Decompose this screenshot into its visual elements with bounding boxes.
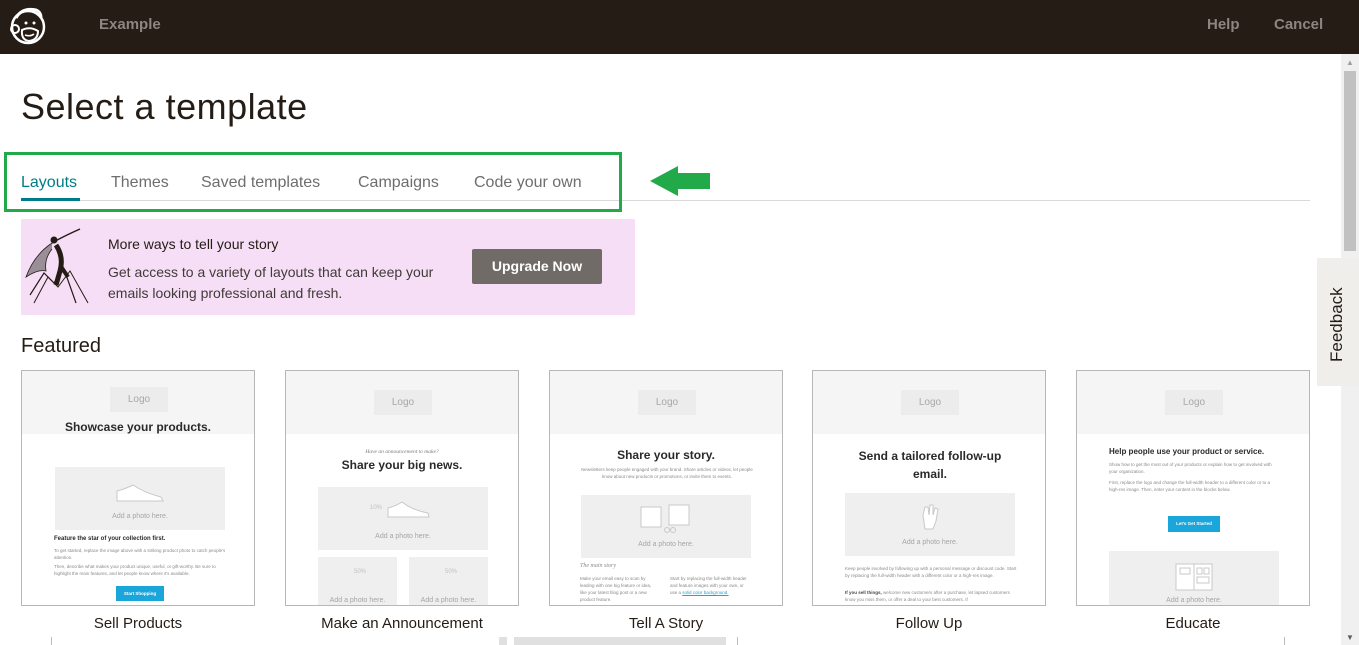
card-label-make-an-announcement[interactable]: Make an Announcement [285, 615, 519, 632]
card-label-educate[interactable]: Educate [1076, 615, 1310, 632]
top-navigation-bar: Example Help Cancel [0, 0, 1359, 54]
photo-placeholder: Add a photo here. [845, 493, 1015, 556]
card-heading: Share your big news. [341, 458, 463, 472]
feedback-label: Feedback [1327, 287, 1346, 362]
next-row-card-edge [51, 637, 52, 645]
banner-title: More ways to tell your story [108, 236, 279, 252]
card-text: First, replace the logo and change the f… [1109, 480, 1271, 492]
upgrade-banner: More ways to tell your story Get access … [21, 219, 635, 315]
card-text: Then, describe what makes your product u… [54, 564, 216, 576]
logo-placeholder: Logo [374, 390, 432, 415]
waving-hand-icon [922, 504, 939, 530]
photo-placeholder: 50% Add a photo here. [409, 557, 488, 605]
card-label-follow-up[interactable]: Follow Up [812, 615, 1046, 632]
mailchimp-freddie-logo-icon[interactable] [8, 4, 48, 48]
section-title: The main story [580, 563, 616, 569]
featured-heading: Featured [21, 335, 102, 357]
card-text: To get started, replace the image above … [54, 548, 226, 560]
banner-text: Get access to a variety of layouts that … [108, 264, 434, 301]
photo-label: Add a photo here. [329, 597, 386, 604]
card-label-tell-a-story[interactable]: Tell A Story [549, 615, 783, 632]
card-text: Keep people involved by following up wit… [845, 566, 1017, 578]
cancel-link[interactable]: Cancel [1274, 16, 1323, 33]
feedback-tab[interactable]: Feedback [1317, 258, 1359, 386]
photo-placeholder: Add a photo here. [55, 467, 225, 530]
card-heading: Help people use your product or service. [1109, 447, 1265, 456]
template-card-follow-up[interactable]: Logo Send a tailored follow-up email. Ad… [812, 370, 1046, 606]
map-luggage-icon [640, 504, 690, 533]
shoe-icon [116, 484, 164, 502]
template-card-tell-a-story[interactable]: Logo Share your story. Newsletters keep … [549, 370, 783, 606]
photo-placeholder: Add a photo here. [1109, 551, 1279, 605]
photo-label: Add a photo here. [112, 513, 168, 520]
template-card-make-an-announcement[interactable]: Logo Have an announcement to make? Share… [285, 370, 519, 606]
next-row-card-edge [1284, 637, 1285, 645]
card-subheading: Feature the star of your collection firs… [54, 536, 166, 542]
photo-label: Add a photo here. [375, 533, 431, 540]
book-icon [1175, 563, 1213, 591]
next-row-card-preview [514, 637, 726, 645]
card-heading: Showcase your products. [64, 420, 212, 434]
next-row-card-edge [499, 637, 507, 645]
logo-placeholder: Logo [1165, 390, 1223, 415]
photo-placeholder: 50% Add a photo here. [318, 557, 397, 605]
card-heading: Share your story. [617, 448, 715, 462]
scroll-up-arrow-icon[interactable]: ▲ [1341, 56, 1359, 70]
card-text: If you sell things, welcome new customer… [845, 589, 1017, 603]
scroll-down-arrow-icon[interactable]: ▼ [1341, 631, 1359, 645]
logo-placeholder: Logo [901, 390, 959, 415]
arrow-left-icon [650, 166, 710, 196]
card-intro: Newsletters keep people engaged with you… [581, 467, 753, 479]
upgrade-now-button[interactable]: Upgrade Now [472, 249, 602, 284]
discount-badge: 50% [445, 569, 458, 575]
start-shopping-button: Start Shopping [116, 586, 164, 601]
scroll-thumb[interactable] [1344, 71, 1356, 251]
next-row-card-edge [737, 637, 738, 645]
shoe-icon [387, 501, 430, 518]
annotation-highlight-box [4, 152, 622, 212]
climber-illustration-icon [25, 228, 89, 304]
discount-badge: 10% [370, 505, 383, 511]
photo-label: Add a photo here. [1166, 597, 1222, 604]
card-text: Show how to get the most out of your pro… [1109, 462, 1272, 474]
template-card-sell-products[interactable]: Logo Showcase your products. Add a photo… [21, 370, 255, 606]
discount-badge: 50% [354, 569, 367, 575]
photo-label: Add a photo here. [420, 597, 477, 604]
photo-label: Add a photo here. [638, 541, 694, 548]
template-card-educate[interactable]: Logo Help people use your product or ser… [1076, 370, 1310, 606]
card-text-bold: If you sell things, [845, 590, 882, 595]
logo-placeholder: Logo [110, 387, 168, 412]
photo-placeholder: 10% Add a photo here. [318, 487, 488, 550]
lets-get-started-button: Let's Get Started [1168, 516, 1220, 532]
card-text: Make your email easy to scan by leading … [580, 576, 652, 602]
solid-color-link: solid color background. [682, 590, 729, 595]
logo-placeholder: Logo [638, 390, 696, 415]
photo-label: Add a photo here. [902, 539, 958, 546]
card-text: Start by replacing the full-width header… [670, 575, 750, 596]
card-label-sell-products[interactable]: Sell Products [21, 615, 255, 632]
page-title: Select a template [21, 86, 308, 127]
card-kicker: Have an announcement to make? [365, 449, 439, 455]
photo-placeholder: Add a photo here. [581, 495, 751, 558]
app-title: Example [99, 16, 161, 33]
help-link[interactable]: Help [1207, 16, 1240, 33]
card-heading: Send a tailored follow-up email. [858, 449, 1002, 481]
